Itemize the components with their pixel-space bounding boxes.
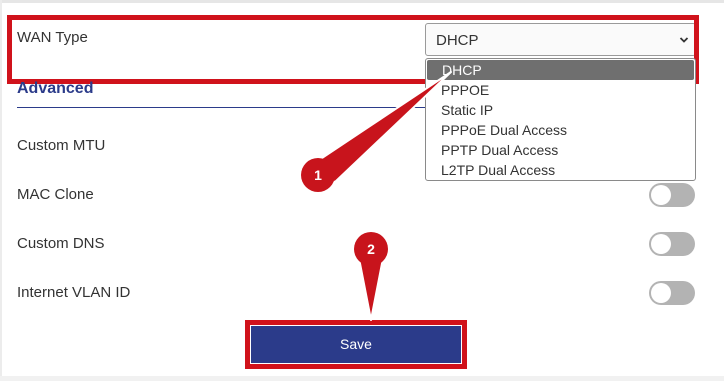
annotation-arrows bbox=[300, 71, 452, 321]
annotation-step-1-badge: 1 bbox=[301, 158, 335, 192]
annotation-step-2-badge: 2 bbox=[354, 232, 388, 266]
